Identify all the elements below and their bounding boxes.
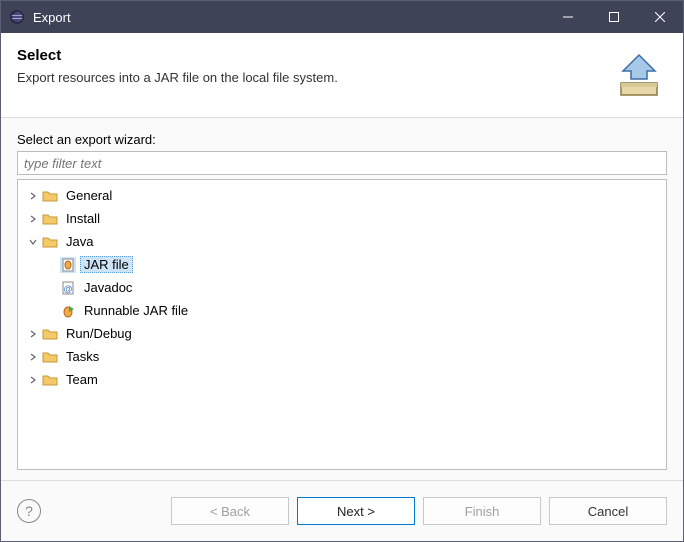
chevron-right-icon[interactable] [26,189,40,203]
eclipse-icon [9,9,25,25]
tree-item-label: General [62,187,116,204]
page-description: Export resources into a JAR file on the … [17,70,603,85]
tree-item-label: Tasks [62,348,103,365]
tree-label: Select an export wizard: [17,132,667,147]
tree-item-label: Team [62,371,102,388]
filter-input[interactable] [17,151,667,175]
maximize-button[interactable] [591,1,637,33]
tree-item-general[interactable]: General [20,184,664,207]
javadoc-icon: @ [60,280,76,296]
tree-item-javadoc[interactable]: @ Javadoc [20,276,664,299]
wizard-footer: ? < Back Next > Finish Cancel [1,481,683,541]
help-icon: ? [25,503,33,519]
chevron-right-icon[interactable] [26,350,40,364]
cancel-button[interactable]: Cancel [549,497,667,525]
tree-item-jar-file[interactable]: JAR file [20,253,664,276]
folder-open-icon [42,234,58,250]
close-button[interactable] [637,1,683,33]
chevron-down-icon[interactable] [26,235,40,249]
wizard-tree[interactable]: General Install Java JAR file @ Javadoc [17,179,667,470]
folder-icon [42,188,58,204]
runnable-jar-icon [60,303,76,319]
tree-item-label: Install [62,210,104,227]
back-button[interactable]: < Back [171,497,289,525]
next-button[interactable]: Next > [297,497,415,525]
help-button[interactable]: ? [17,499,41,523]
tree-item-label: JAR file [80,256,133,273]
window-controls [545,1,683,33]
jar-file-icon [60,257,76,273]
tree-item-label: Run/Debug [62,325,136,342]
folder-icon [42,211,58,227]
folder-icon [42,372,58,388]
wizard-header: Select Export resources into a JAR file … [1,33,683,118]
finish-button[interactable]: Finish [423,497,541,525]
minimize-button[interactable] [545,1,591,33]
tree-item-rundebug[interactable]: Run/Debug [20,322,664,345]
export-dialog: Export Select Export resources into a JA… [0,0,684,542]
folder-icon [42,349,58,365]
export-icon [611,47,667,103]
svg-text:@: @ [64,284,73,294]
tree-item-label: Javadoc [80,279,136,296]
chevron-right-icon[interactable] [26,212,40,226]
tree-item-team[interactable]: Team [20,368,664,391]
wizard-content: Select an export wizard: General Install… [1,118,683,481]
window-title: Export [33,10,545,25]
page-title: Select [17,47,603,64]
tree-item-runnable-jar[interactable]: Runnable JAR file [20,299,664,322]
chevron-right-icon[interactable] [26,373,40,387]
titlebar: Export [1,1,683,33]
chevron-right-icon[interactable] [26,327,40,341]
tree-item-java[interactable]: Java [20,230,664,253]
tree-item-install[interactable]: Install [20,207,664,230]
tree-item-label: Runnable JAR file [80,302,192,319]
folder-icon [42,326,58,342]
tree-item-tasks[interactable]: Tasks [20,345,664,368]
tree-item-label: Java [62,233,97,250]
